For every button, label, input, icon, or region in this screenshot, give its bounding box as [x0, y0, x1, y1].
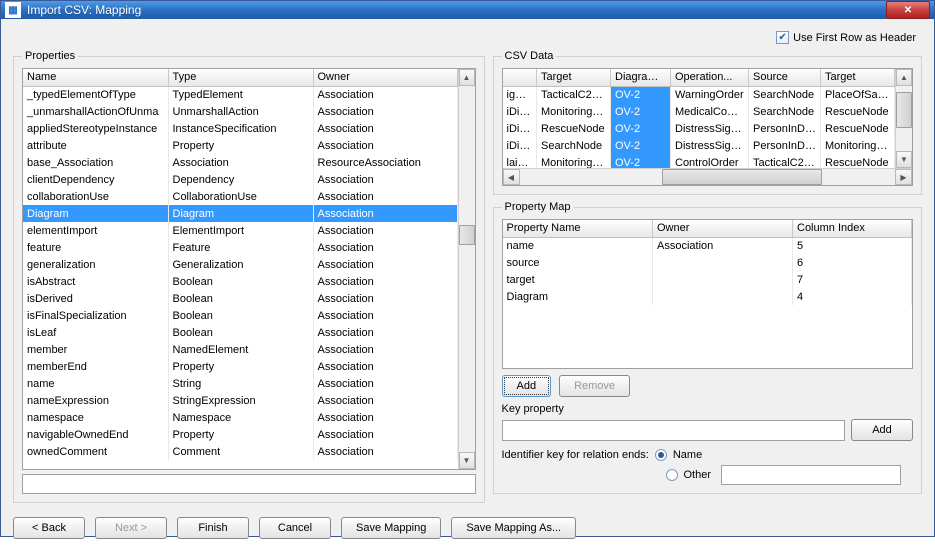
table-row[interactable]: appliedStereotypeInstanceInstanceSpecifi… [23, 120, 457, 137]
csv-scrollbar-h[interactable]: ◀ ▶ [503, 168, 913, 185]
scroll-up-icon[interactable]: ▲ [896, 69, 912, 86]
save-mapping-as-button[interactable]: Save Mapping As... [451, 517, 576, 539]
table-row[interactable]: isDerivedBooleanAssociation [23, 290, 457, 307]
key-property-label: Key property [502, 403, 914, 415]
checkbox-icon: ✔ [776, 31, 789, 44]
titlebar[interactable]: ▦ Import CSV: Mapping ✕ [1, 1, 934, 19]
csv-col-source[interactable]: Source [749, 69, 821, 86]
scroll-left-icon[interactable]: ◀ [503, 169, 520, 185]
csv-legend: CSV Data [502, 50, 557, 62]
table-row[interactable]: featureFeatureAssociation [23, 239, 457, 256]
properties-legend: Properties [22, 50, 78, 62]
add-key-button[interactable]: Add [851, 419, 913, 441]
table-row[interactable]: isFinalSpecializationBooleanAssociation [23, 307, 457, 324]
identifier-label: Identifier key for relation ends: [502, 449, 649, 461]
table-row[interactable]: nameExpressionStringExpressionAssociatio… [23, 392, 457, 409]
col-owner[interactable]: Owner [313, 69, 457, 86]
table-row[interactable]: attributePropertyAssociation [23, 137, 457, 154]
table-row[interactable]: nameStringAssociation [23, 375, 457, 392]
propmap-table[interactable]: Property Name Owner Column Index nameAss… [503, 220, 913, 368]
save-mapping-button[interactable]: Save Mapping [341, 517, 441, 539]
finish-button[interactable]: Finish [177, 517, 249, 539]
window-title: Import CSV: Mapping [27, 3, 886, 17]
pm-col-name[interactable]: Property Name [503, 220, 653, 237]
scroll-down-icon[interactable]: ▼ [896, 151, 912, 168]
use-first-row-label: Use First Row as Header [793, 32, 916, 44]
radio-name[interactable] [655, 449, 667, 461]
scroll-thumb[interactable] [896, 92, 912, 128]
csv-col-0[interactable] [503, 69, 537, 86]
table-row[interactable]: namespaceNamespaceAssociation [23, 409, 457, 426]
properties-scrollbar[interactable]: ▲ ▼ [458, 69, 475, 469]
radio-name-label: Name [673, 449, 702, 461]
properties-filter-input[interactable] [22, 474, 476, 494]
next-button[interactable]: Next > [95, 517, 167, 539]
scroll-thumb[interactable] [459, 225, 475, 245]
content-area: ✔ Use First Row as Header Properties Nam… [1, 19, 934, 511]
table-row[interactable]: igN...TacticalC2N...OV-2WarningOrderSear… [503, 86, 895, 103]
table-row[interactable]: base_AssociationAssociationResourceAssoc… [23, 154, 457, 171]
table-row[interactable]: collaborationUseCollaborationUseAssociat… [23, 188, 457, 205]
remove-mapping-button[interactable]: Remove [559, 375, 630, 397]
table-row[interactable]: iDis...MonitoringN...OV-2MedicalCond...S… [503, 103, 895, 120]
scroll-up-icon[interactable]: ▲ [459, 69, 475, 86]
csv-table[interactable]: Target DiagramO... Operation... Source T… [503, 69, 896, 168]
table-row[interactable]: navigableOwnedEndPropertyAssociation [23, 426, 457, 443]
pm-col-index[interactable]: Column Index [793, 220, 912, 237]
table-row[interactable]: generalizationGeneralizationAssociation [23, 256, 457, 273]
key-property-input[interactable] [502, 420, 846, 441]
scroll-thumb-h[interactable] [662, 169, 822, 185]
button-bar: < Back Next > Finish Cancel Save Mapping… [1, 511, 934, 549]
table-row[interactable]: memberNamedElementAssociation [23, 341, 457, 358]
csv-data-panel: CSV Data Target DiagramO... [493, 50, 923, 195]
radio-other[interactable] [666, 469, 678, 481]
csv-col-operation[interactable]: Operation... [671, 69, 749, 86]
close-button[interactable]: ✕ [886, 1, 930, 19]
table-row[interactable]: isAbstractBooleanAssociation [23, 273, 457, 290]
csv-col-target2[interactable]: Target [821, 69, 895, 86]
pm-col-owner[interactable]: Owner [653, 220, 793, 237]
table-row[interactable]: source6 [503, 254, 912, 271]
table-row[interactable]: target7 [503, 271, 912, 288]
table-row[interactable]: elementImportElementImportAssociation [23, 222, 457, 239]
properties-table[interactable]: Name Type Owner _typedElementOfTypeTyped… [23, 69, 458, 469]
table-row[interactable]: ownedCommentCommentAssociation [23, 443, 457, 460]
table-row[interactable]: DiagramDiagramAssociation [23, 205, 457, 222]
csv-scrollbar-v[interactable]: ▲ ▼ [895, 69, 912, 168]
propmap-legend: Property Map [502, 201, 574, 213]
table-row[interactable]: nameAssociation5 [503, 237, 912, 254]
table-row[interactable]: _typedElementOfTypeTypedElementAssociati… [23, 86, 457, 103]
property-map-panel: Property Map Property Name Owner Column … [493, 201, 923, 494]
import-csv-window: ▦ Import CSV: Mapping ✕ ✔ Use First Row … [0, 0, 935, 537]
use-first-row-checkbox[interactable]: ✔ Use First Row as Header [776, 31, 916, 44]
table-row[interactable]: iDis...SearchNodeOV-2DistressSignal1Pers… [503, 137, 895, 154]
properties-panel: Properties Name Type Owner _typedElement… [13, 50, 485, 503]
table-row[interactable]: _unmarshallActionOfUnmaUnmarshallActionA… [23, 103, 457, 120]
table-row[interactable]: memberEndPropertyAssociation [23, 358, 457, 375]
csv-col-diagram[interactable]: DiagramO... [611, 69, 671, 86]
table-row[interactable]: isLeafBooleanAssociation [23, 324, 457, 341]
table-row[interactable]: laiS...MonitoringN...OV-2ControlOrderTac… [503, 154, 895, 168]
table-row[interactable]: clientDependencyDependencyAssociation [23, 171, 457, 188]
back-button[interactable]: < Back [13, 517, 85, 539]
add-mapping-button[interactable]: Add [502, 375, 552, 397]
radio-other-label: Other [684, 469, 712, 481]
app-icon: ▦ [5, 2, 21, 18]
table-row[interactable]: iDis...RescueNodeOV-2DistressSignalPerso… [503, 120, 895, 137]
col-type[interactable]: Type [168, 69, 313, 86]
scroll-down-icon[interactable]: ▼ [459, 452, 475, 469]
col-name[interactable]: Name [23, 69, 168, 86]
csv-col-target[interactable]: Target [537, 69, 611, 86]
scroll-right-icon[interactable]: ▶ [895, 169, 912, 185]
other-input[interactable] [721, 465, 901, 485]
cancel-button[interactable]: Cancel [259, 517, 331, 539]
table-row[interactable]: Diagram4 [503, 288, 912, 305]
